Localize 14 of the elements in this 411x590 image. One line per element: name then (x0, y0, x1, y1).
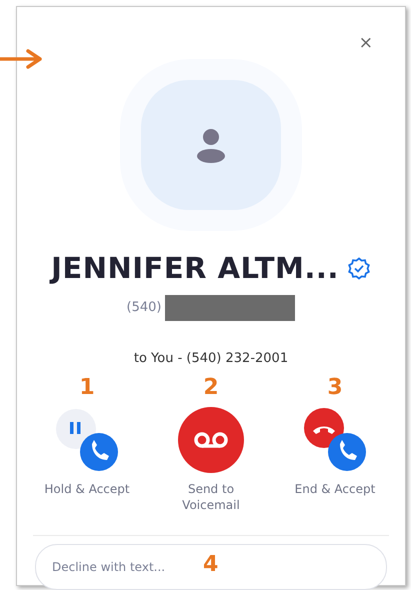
annotation-number: 3 (327, 376, 343, 398)
action-label: End & Accept (294, 480, 376, 497)
action-label: Hold & Accept (44, 480, 130, 497)
caller-number: (540) (126, 298, 162, 317)
annotation-number: 1 (79, 376, 95, 398)
called-line: to You - (540) 232-2001 (134, 350, 288, 366)
close-button[interactable]: × (354, 35, 377, 52)
hold-accept-button[interactable] (54, 406, 120, 472)
annotation-number: 2 (203, 376, 219, 398)
caller-name: JENNIFER ALTM... (51, 250, 339, 287)
action-label: Send to Voicemail (181, 480, 241, 513)
voicemail-button[interactable] (178, 406, 244, 472)
end-accept-button[interactable] (302, 406, 368, 472)
annotation-number: 4 (203, 554, 218, 576)
